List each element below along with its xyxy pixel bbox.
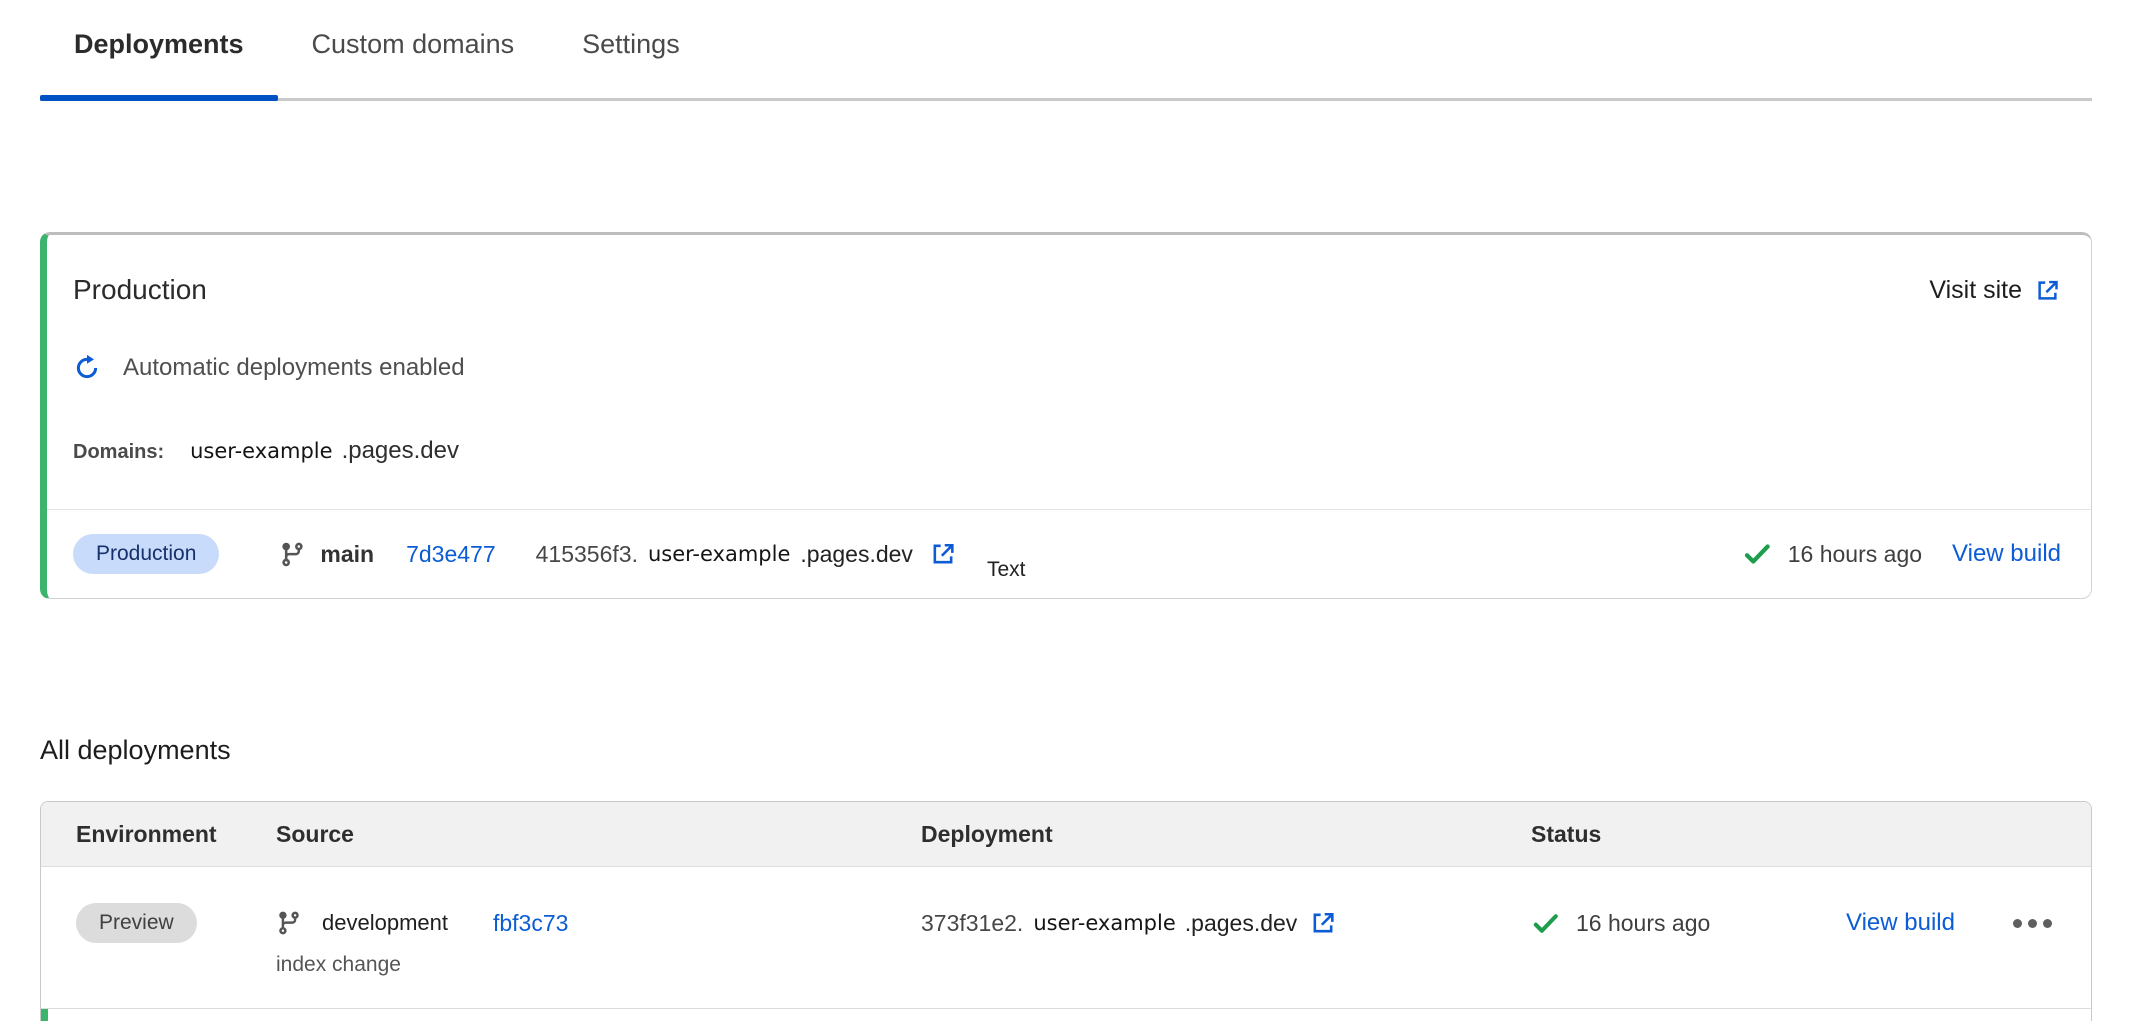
deployment-time: 16 hours ago bbox=[1788, 541, 1922, 568]
column-status: Status bbox=[1531, 821, 1846, 848]
deployment-domain-suffix: .pages.dev bbox=[1185, 910, 1298, 937]
all-deployments-title: All deployments bbox=[40, 729, 2092, 771]
deployment-id: 415356f3. bbox=[536, 541, 638, 568]
auto-deployments-status: Automatic deployments enabled bbox=[73, 353, 2061, 383]
external-link-icon bbox=[2034, 277, 2061, 304]
deployment-cell: 373f31e2. user-example .pages.dev bbox=[921, 903, 1531, 943]
environment-badge: Preview bbox=[76, 903, 197, 943]
pages-project-screen: Deployments Custom domains Settings Prod… bbox=[0, 0, 2132, 1012]
check-icon bbox=[1531, 909, 1560, 938]
domain-name: user-example bbox=[190, 439, 332, 463]
more-options-icon bbox=[2013, 919, 2052, 928]
deployment-time: 16 hours ago bbox=[1576, 910, 1710, 937]
visit-site-link[interactable]: Visit site bbox=[1929, 276, 2061, 305]
external-link-icon bbox=[929, 540, 957, 568]
domains-row: Domains: user-example .pages.dev bbox=[73, 437, 2061, 465]
visit-site-label: Visit site bbox=[1929, 276, 2022, 305]
more-options-button[interactable] bbox=[2009, 911, 2056, 936]
source-cell: development fbf3c73 index change bbox=[276, 903, 921, 979]
tab-custom-domains[interactable]: Custom domains bbox=[278, 0, 549, 98]
external-link-icon bbox=[1309, 909, 1337, 937]
deployment-row: Preview development fbf3c73 index change… bbox=[41, 867, 2091, 1009]
domains-label: Domains: bbox=[73, 441, 164, 464]
more-options-cell bbox=[2009, 903, 2056, 943]
deployment-domain-suffix: .pages.dev bbox=[800, 541, 913, 568]
tab-bar: Deployments Custom domains Settings bbox=[40, 0, 2092, 101]
deployments-table: Environment Source Deployment Status Pre… bbox=[40, 801, 2092, 1021]
view-build-cell: View build bbox=[1846, 903, 1966, 943]
tab-deployments[interactable]: Deployments bbox=[40, 0, 278, 98]
deployment-domain-name: user-example bbox=[648, 542, 790, 566]
production-deployment-row: Production main 7d3e477 415356f3. user-e… bbox=[47, 509, 2091, 598]
table-header-row: Environment Source Deployment Status bbox=[41, 802, 2091, 867]
deployment-id: 373f31e2. bbox=[921, 910, 1023, 937]
commit-message: index change bbox=[276, 951, 921, 979]
deployment-domain-name: user-example bbox=[1033, 911, 1175, 935]
view-build-link[interactable]: View build bbox=[1952, 540, 2061, 568]
production-card: Production Visit site Automa bbox=[40, 232, 2092, 599]
column-deployment: Deployment bbox=[921, 821, 1531, 848]
column-environment: Environment bbox=[76, 821, 276, 848]
branch-name: development bbox=[322, 910, 448, 936]
git-branch-icon bbox=[276, 910, 302, 936]
commit-link[interactable]: 7d3e477 bbox=[406, 541, 496, 568]
branch-name: main bbox=[320, 541, 374, 568]
auto-deployments-text: Automatic deployments enabled bbox=[123, 353, 465, 383]
production-card-title: Production bbox=[73, 273, 207, 307]
refresh-icon bbox=[73, 354, 101, 382]
open-deployment-link[interactable] bbox=[1309, 909, 1337, 937]
column-source: Source bbox=[276, 821, 921, 848]
commit-link[interactable]: fbf3c73 bbox=[493, 910, 568, 937]
environment-cell: Preview bbox=[76, 903, 276, 943]
status-cell: 16 hours ago bbox=[1531, 903, 1846, 943]
git-branch-icon bbox=[279, 541, 306, 568]
next-row-production-edge bbox=[41, 1009, 48, 1021]
check-icon bbox=[1742, 539, 1772, 569]
domain-suffix: .pages.dev bbox=[342, 437, 459, 465]
view-build-link[interactable]: View build bbox=[1846, 909, 1955, 937]
environment-badge: Production bbox=[73, 534, 219, 574]
tab-settings[interactable]: Settings bbox=[548, 0, 714, 98]
text-annotation: Text bbox=[987, 558, 1026, 582]
open-deployment-link[interactable] bbox=[929, 540, 957, 568]
